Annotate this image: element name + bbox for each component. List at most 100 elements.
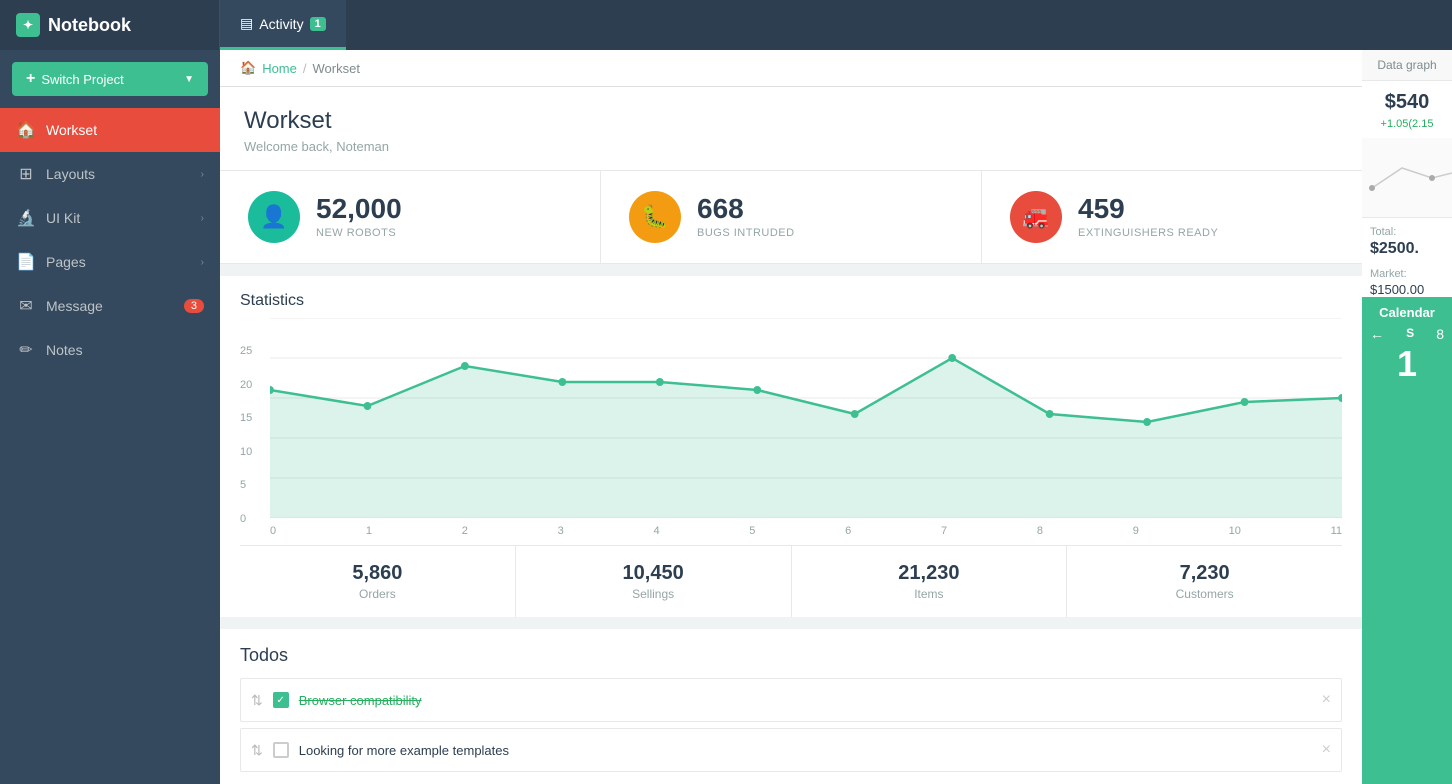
pages-icon: 📄 — [16, 252, 36, 272]
breadcrumb-current: Workset — [313, 61, 360, 76]
stat-card-extinguishers: 🚒 459 EXTINGUISHERS READY — [982, 171, 1362, 263]
y-axis: 0 5 10 15 20 25 — [240, 345, 270, 545]
todo-text: Browser compatibility — [299, 693, 1312, 708]
calendar-nav: ← S 8 — [1370, 326, 1444, 342]
bugs-icon: 🐛 — [629, 191, 681, 243]
sidebar-item-pages[interactable]: 📄 Pages › — [0, 240, 220, 284]
app-logo: ✦ Notebook — [0, 0, 220, 50]
total-value: $2500. — [1362, 240, 1452, 264]
page-subtitle: Welcome back, Noteman — [244, 139, 1338, 154]
sidebar-item-label: Pages — [46, 254, 191, 270]
topbar-tabs: ▤ Activity 1 — [220, 0, 346, 50]
calendar-prev-button[interactable]: ← — [1370, 326, 1384, 342]
sidebar-item-notes[interactable]: ✏ Notes — [0, 328, 220, 372]
todos-section: Todos ⇅ ✓ Browser compatibility × ⇅ Look… — [220, 629, 1362, 784]
chart-point — [1241, 398, 1249, 406]
bugs-label: BUGS INTRUDED — [697, 227, 795, 239]
data-graph-change: +1.05(2.15 — [1362, 118, 1452, 138]
drag-handle-icon[interactable]: ⇅ — [251, 742, 263, 759]
x-axis-labels: 0 1 2 3 4 5 6 7 8 9 10 1 — [270, 523, 1342, 545]
message-icon: ✉ — [16, 296, 36, 316]
sidebar-nav: 🏠 Workset ⊞ Layouts › 🔬 UI Kit › 📄 Pages… — [0, 108, 220, 784]
chart-point — [851, 410, 859, 418]
chart-point — [461, 362, 469, 370]
customers-label: Customers — [1083, 587, 1326, 601]
sidebar-item-label: UI Kit — [46, 210, 191, 226]
sellings-label: Sellings — [532, 587, 775, 601]
switch-project-label: Switch Project — [41, 72, 123, 87]
workset-icon: 🏠 — [16, 120, 36, 140]
main-content: 🏠 Home / Workset Workset Welcome back, N… — [220, 50, 1362, 784]
tab-activity[interactable]: ▤ Activity 1 — [220, 0, 346, 50]
message-badge: 3 — [184, 299, 204, 313]
stat-card-robots: 👤 52,000 NEW ROBOTS — [220, 171, 601, 263]
extinguishers-label: EXTINGUISHERS READY — [1078, 227, 1218, 239]
switch-project-button[interactable]: + Switch Project ▼ — [12, 62, 208, 96]
main-layout: + Switch Project ▼ 🏠 Workset ⊞ Layouts ›… — [0, 50, 1452, 784]
stats-row: 👤 52,000 NEW ROBOTS 🐛 668 BUGS INTRUDED — [220, 171, 1362, 264]
chevron-right-icon: › — [201, 257, 204, 268]
sidebar: + Switch Project ▼ 🏠 Workset ⊞ Layouts ›… — [0, 50, 220, 784]
chart-svg-wrapper: 0 1 2 3 4 5 6 7 8 9 10 1 — [270, 318, 1342, 545]
notes-icon: ✏ — [16, 340, 36, 360]
calendar-panel: Calendar ← S 8 1 — [1362, 297, 1452, 784]
stats-bottom-row: 5,860 Orders 10,450 Sellings 21,230 Item… — [240, 545, 1342, 617]
activity-tab-icon: ▤ — [240, 15, 253, 32]
stat-items: 21,230 Items — [792, 546, 1068, 617]
app-name: Notebook — [48, 15, 131, 36]
layouts-icon: ⊞ — [16, 164, 36, 184]
content-right-wrapper: 🏠 Home / Workset Workset Welcome back, N… — [220, 50, 1452, 784]
page-title: Workset — [244, 107, 1338, 135]
sidebar-item-workset[interactable]: 🏠 Workset — [0, 108, 220, 152]
chart-point — [364, 402, 372, 410]
extinguishers-icon: 🚒 — [1010, 191, 1062, 243]
robots-icon: 👤 — [248, 191, 300, 243]
plus-icon: + — [26, 70, 35, 88]
todo-close-button[interactable]: × — [1322, 691, 1331, 709]
customers-value: 7,230 — [1083, 562, 1326, 585]
todo-close-button[interactable]: × — [1322, 741, 1331, 759]
stat-card-bugs: 🐛 668 BUGS INTRUDED — [601, 171, 982, 263]
breadcrumb-separator: / — [303, 61, 307, 76]
extinguishers-value: 459 — [1078, 195, 1218, 223]
orders-label: Orders — [256, 587, 499, 601]
activity-tab-badge: 1 — [310, 17, 326, 31]
todo-item: ⇅ ✓ Browser compatibility × — [240, 678, 1342, 722]
sidebar-item-label: Layouts — [46, 166, 191, 182]
bugs-value: 668 — [697, 195, 795, 223]
breadcrumb-home-icon: 🏠 — [240, 60, 256, 76]
sidebar-item-message[interactable]: ✉ Message 3 — [0, 284, 220, 328]
topbar: ✦ Notebook ▤ Activity 1 — [0, 0, 1452, 50]
chart-area-fill — [270, 358, 1342, 518]
total-label: Total: — [1362, 218, 1452, 240]
breadcrumb-home-link[interactable]: Home — [262, 61, 297, 76]
mini-chart-svg — [1362, 138, 1452, 218]
drag-handle-icon[interactable]: ⇅ — [251, 692, 263, 709]
chart-point — [1143, 418, 1151, 426]
sidebar-item-label: Message — [46, 298, 174, 314]
market-value: $1500.00 — [1362, 282, 1452, 297]
mini-chart — [1362, 138, 1452, 218]
calendar-month: S — [1406, 326, 1414, 342]
market-label: Market: — [1362, 264, 1452, 282]
chart-point — [948, 354, 956, 362]
right-panel: Data graph $540 +1.05(2.15 Total: $2500.… — [1362, 50, 1452, 784]
calendar-next-button[interactable]: 8 — [1436, 326, 1444, 342]
sidebar-item-uikit[interactable]: 🔬 UI Kit › — [0, 196, 220, 240]
chevron-down-icon: ▼ — [184, 74, 194, 85]
stat-customers: 7,230 Customers — [1067, 546, 1342, 617]
items-value: 21,230 — [808, 562, 1051, 585]
calendar-title: Calendar — [1379, 305, 1435, 320]
todo-checkbox-unchecked[interactable] — [273, 742, 289, 758]
todos-title: Todos — [240, 645, 1342, 666]
todo-text: Looking for more example templates — [299, 743, 1312, 758]
sidebar-item-layouts[interactable]: ⊞ Layouts › — [0, 152, 220, 196]
chart-container: 0 5 10 15 20 25 — [240, 318, 1342, 545]
todo-item: ⇅ Looking for more example templates × — [240, 728, 1342, 772]
robots-value: 52,000 — [316, 195, 402, 223]
stat-sellings: 10,450 Sellings — [516, 546, 792, 617]
todo-checkbox-checked[interactable]: ✓ — [273, 692, 289, 708]
statistics-section: Statistics 0 5 10 15 20 25 — [220, 276, 1362, 617]
page-header: Workset Welcome back, Noteman — [220, 87, 1362, 171]
robots-label: NEW ROBOTS — [316, 227, 402, 239]
